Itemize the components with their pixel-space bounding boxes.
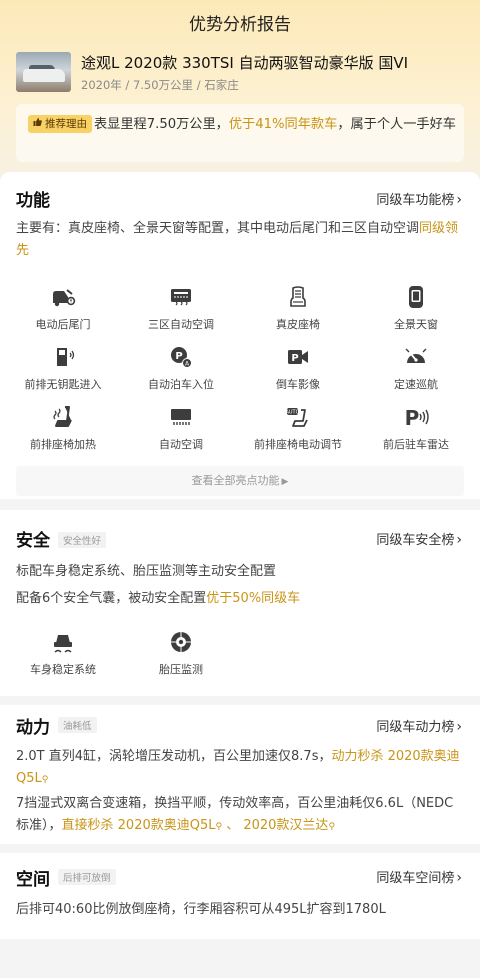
power-line-1: 2.0T 直列4缸，涡轮增压发动机，百公里加速仅8.7s，动力秒杀 2020款奥…	[16, 746, 464, 791]
stability-control-icon	[54, 635, 72, 653]
tire-pressure-icon	[171, 632, 191, 652]
features-description: 主要有：真皮座椅、全景天窗等配置，其中电动后尾门和三区自动空调同级领先	[16, 221, 459, 258]
recommend-reason-tag: 推荐理由	[28, 115, 92, 133]
space-title: 空间	[16, 870, 50, 890]
feature-item: 三区自动空调	[121, 285, 241, 332]
space-card: 空间 后排可放倒 同级车空间榜 › 后排可40:60比例放倒座椅，行李厢容积可从4…	[0, 853, 480, 939]
power-badge: 油耗低	[58, 717, 97, 733]
power-title: 动力	[16, 718, 50, 738]
report-header: 优势分析报告 途观L 2020款 330TSI 自动两驱智动豪华版 国VI 20…	[0, 0, 480, 182]
svg-text:P: P	[405, 406, 420, 429]
auto-parking-icon: PA	[171, 347, 192, 368]
safety-card: 安全 安全性好 同级车安全榜 › 标配车身稳定系统、胎压监测等主动安全配置 配备6…	[0, 510, 480, 696]
leather-seat-icon	[290, 286, 306, 307]
car-meta: 2020年 / 7.50万公里 / 石家庄	[81, 78, 239, 92]
thumbs-up-icon	[33, 118, 42, 126]
reverse-camera-icon: P	[288, 350, 308, 364]
power-tailgate-icon	[53, 289, 76, 307]
feature-item: 前排座椅加热	[3, 405, 123, 452]
recommend-reason-text: 表显里程7.50万公里，优于41%同年款车，属于个人一手好车	[94, 117, 456, 132]
power-line-2: 7挡湿式双离合变速箱，换挡平顺，传动效率高，百公里油耗仅6.6L（NEDC标准）…	[16, 793, 464, 838]
page-title: 优势分析报告	[189, 15, 291, 35]
search-icon: ⚲	[41, 775, 49, 785]
chevron-right-icon: ›	[456, 532, 462, 548]
parking-radar-icon: P	[405, 406, 429, 429]
chevron-right-icon: ›	[456, 719, 462, 735]
compare-link-highlander[interactable]: 2020款汉兰达	[243, 818, 328, 833]
safety-badge: 安全性好	[58, 532, 107, 548]
feature-item: AUTO 前排座椅电动调节	[238, 405, 358, 452]
feature-item: 电动后尾门	[3, 285, 123, 332]
feature-item: 全景天窗	[356, 285, 476, 332]
keyless-entry-icon	[57, 348, 75, 366]
triangle-right-icon: ▶	[281, 477, 289, 487]
feature-item: P 前后驻车雷达	[383, 406, 449, 451]
safety-line-2: 配备6个安全气囊，被动安全配置优于50%同级车	[16, 591, 301, 606]
svg-text:P: P	[175, 351, 182, 362]
compare-link-audi-q5l-2[interactable]: 直接秒杀 2020款奥迪Q5L	[62, 818, 216, 833]
feature-item: 真皮座椅	[238, 285, 358, 332]
features-card: 功能 同级车功能榜 › 主要有：真皮座椅、全景天窗等配置，其中电动后尾门和三区自动…	[0, 172, 480, 499]
panoramic-sunroof-icon	[409, 286, 423, 308]
chevron-right-icon: ›	[456, 870, 462, 886]
chevron-right-icon: ›	[456, 192, 462, 208]
recommend-reason: 表显里程7.50万公里，优于41%同年款车，属于个人一手好车 推荐理由	[16, 104, 464, 162]
safety-item: 车身稳定系统	[3, 630, 123, 677]
space-badge: 后排可放倒	[58, 869, 116, 885]
search-icon: ⚲	[328, 822, 336, 832]
feature-item: P 倒车影像	[238, 345, 358, 392]
car-name: 途观L 2020款 330TSI 自动两驱智动豪华版 国VI	[81, 54, 409, 72]
safety-item: 胎压监测	[121, 630, 241, 677]
features-rank-link[interactable]: 同级车功能榜 ›	[376, 189, 462, 208]
auto-ac-three-zone-icon	[171, 289, 191, 306]
safety-rank-link[interactable]: 同级车安全榜 ›	[376, 529, 462, 548]
view-all-features-button[interactable]: 查看全部亮点功能 ▶	[16, 466, 464, 496]
feature-item: 定速巡航	[356, 345, 476, 392]
svg-text:AUTO: AUTO	[285, 410, 299, 416]
power-seat-icon: AUTO	[285, 408, 308, 427]
safety-line-1: 标配车身稳定系统、胎压监测等主动安全配置	[16, 564, 277, 579]
features-title: 功能	[16, 191, 50, 211]
safety-title: 安全	[16, 531, 50, 551]
svg-text:P: P	[291, 353, 298, 364]
auto-ac-icon	[171, 409, 191, 425]
feature-item: 前排无钥匙进入	[3, 345, 123, 392]
feature-item: PA 自动泊车入位	[121, 345, 241, 392]
space-rank-link[interactable]: 同级车空间榜 ›	[376, 867, 462, 886]
seat-heating-icon	[53, 406, 72, 427]
power-rank-link[interactable]: 同级车动力榜 ›	[376, 716, 462, 735]
space-line-1: 后排可40:60比例放倒座椅，行李厢容积可从495L扩容到1780L	[16, 902, 386, 917]
car-thumbnail	[16, 52, 71, 92]
cruise-control-icon	[405, 348, 427, 363]
power-card: 动力 油耗低 同级车动力榜 › 2.0T 直列4缸，涡轮增压发动机，百公里加速仅8…	[0, 705, 480, 844]
feature-item: 自动空调	[121, 405, 241, 452]
